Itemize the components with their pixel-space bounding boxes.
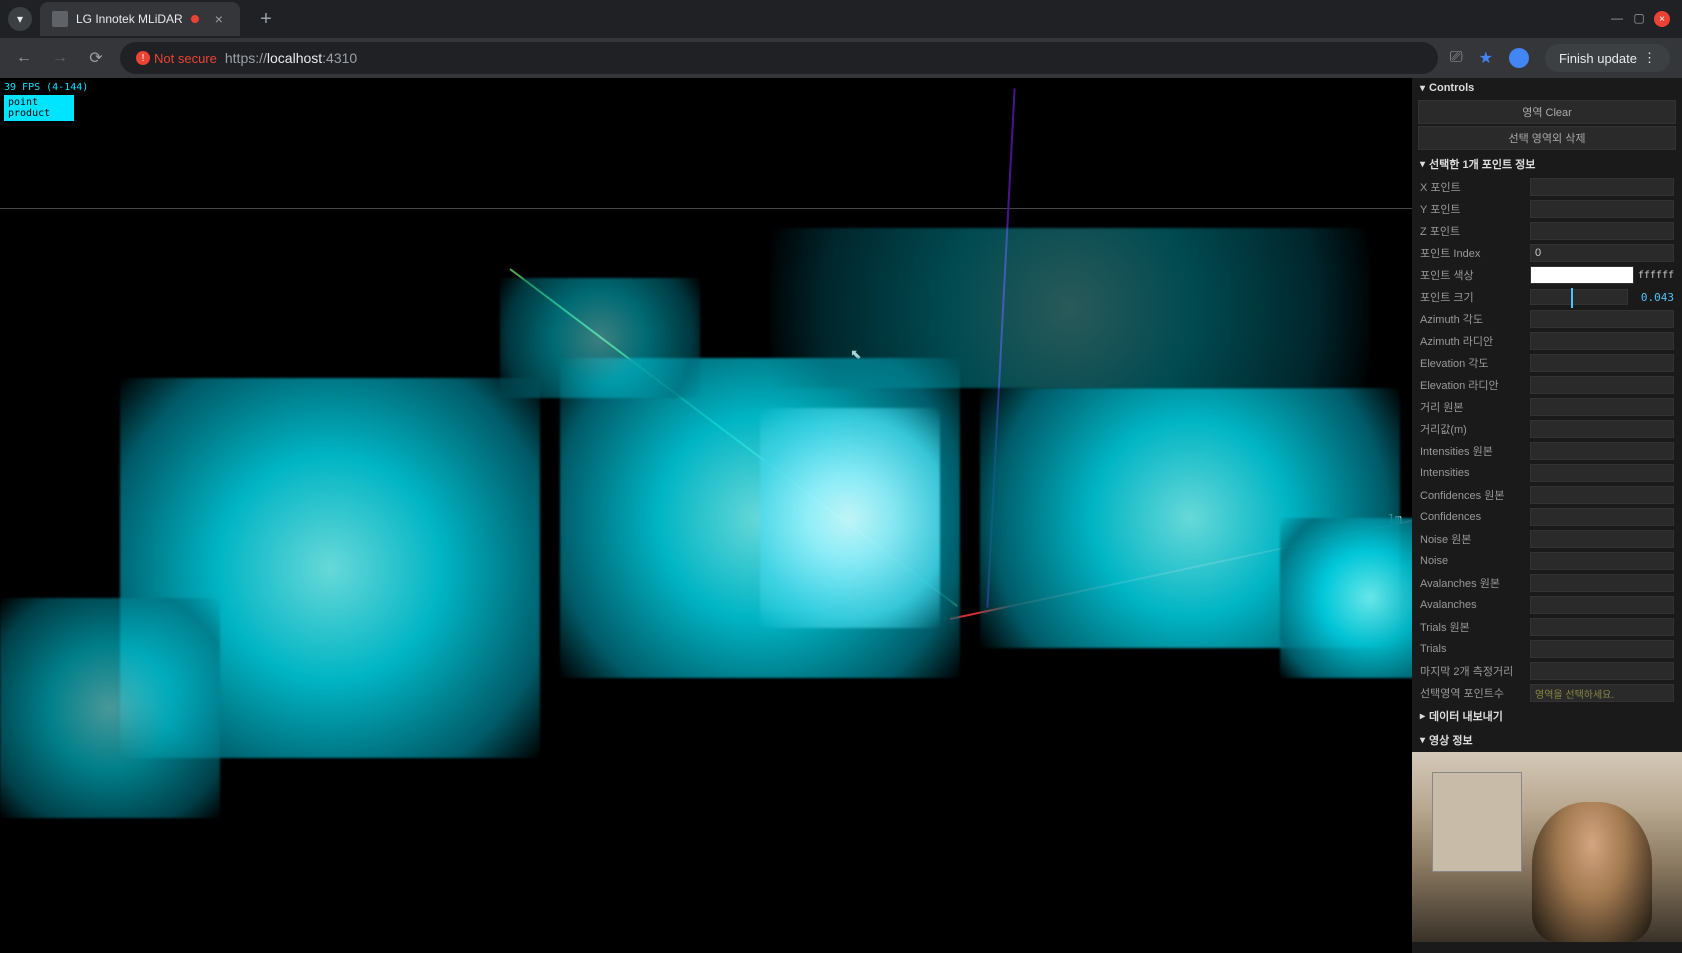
tab-search-button[interactable]: ▾ (8, 7, 32, 31)
scale-label: 1m (1388, 512, 1402, 526)
distance-raw-value (1530, 398, 1674, 416)
horizon-line (0, 208, 1412, 209)
point-size-label: 포인트 크기 (1420, 289, 1530, 305)
azimuth-deg-value (1530, 310, 1674, 328)
confidences-raw-value (1530, 486, 1674, 504)
data-export-header[interactable]: 데이터 내보내기 (1412, 704, 1682, 728)
elevation-rad-label: Elevation 라디안 (1420, 377, 1530, 393)
intensities-raw-value (1530, 442, 1674, 460)
point-size-slider[interactable] (1530, 289, 1628, 305)
elevation-rad-value (1530, 376, 1674, 394)
menu-icon: ⋮ (1643, 50, 1656, 66)
avalanches-value (1530, 596, 1674, 614)
azimuth-rad-label: Azimuth 라디안 (1420, 333, 1530, 349)
point-index-label: 포인트 Index (1420, 245, 1530, 261)
trials-label: Trials (1420, 643, 1530, 655)
elevation-deg-label: Elevation 각도 (1420, 355, 1530, 371)
avalanches-label: Avalanches (1420, 599, 1530, 611)
address-bar: ← → ⟳ ! Not secure https://localhost:431… (0, 38, 1682, 78)
y-point-value (1530, 200, 1674, 218)
x-point-value (1530, 178, 1674, 196)
confidences-value (1530, 508, 1674, 526)
distance-raw-label: 거리 원본 (1420, 399, 1530, 415)
noise-label: Noise (1420, 555, 1530, 567)
noise-value (1530, 552, 1674, 570)
y-point-label: Y 포인트 (1420, 201, 1530, 217)
controls-panel: Controls 영역 Clear 선택 영역외 삭제 선택한 1개 포인트 정… (1412, 78, 1682, 953)
point-size-value: 0.043 (1634, 291, 1674, 304)
security-indicator[interactable]: ! Not secure (136, 51, 217, 66)
confidences-label: Confidences (1420, 511, 1530, 523)
url-input[interactable]: ! Not secure https://localhost:4310 (120, 42, 1438, 74)
fps-counter: 39 FPS (4-144) point product (4, 82, 88, 121)
last-two-distance-value (1530, 662, 1674, 680)
y-axis-line (986, 88, 1015, 607)
area-delete-button[interactable]: 선택 영역외 삭제 (1418, 126, 1676, 150)
lidar-3d-viewport[interactable]: 39 FPS (4-144) point product 1m ⬉ (0, 78, 1412, 953)
intensities-label: Intensities (1420, 467, 1530, 479)
tab-bar: ▾ LG Innotek MLiDAR × + — ▢ × (0, 0, 1682, 38)
window-maximize-button[interactable]: ▢ (1632, 11, 1646, 25)
avalanches-raw-label: Avalanches 원본 (1420, 575, 1530, 591)
x-point-label: X 포인트 (1420, 179, 1530, 195)
cursor-icon: ⬉ (850, 346, 862, 363)
finish-update-button[interactable]: Finish update ⋮ (1545, 44, 1670, 72)
z-point-label: Z 포인트 (1420, 223, 1530, 239)
azimuth-rad-value (1530, 332, 1674, 350)
tab-favicon (52, 11, 68, 27)
avalanches-raw-value (1530, 574, 1674, 592)
intensities-value (1530, 464, 1674, 482)
bookmark-star-icon[interactable]: ★ (1479, 48, 1493, 68)
selected-point-count-label: 선택영역 포인트수 (1420, 685, 1530, 701)
distance-m-value (1530, 420, 1674, 438)
intensities-raw-label: Intensities 원본 (1420, 443, 1530, 459)
trials-raw-value (1530, 618, 1674, 636)
z-axis-line (509, 268, 957, 607)
controls-header[interactable]: Controls (1412, 78, 1682, 98)
selected-point-hint: 영역을 선택하세요. (1530, 684, 1674, 702)
warning-icon: ! (136, 51, 150, 65)
x-axis-line (950, 514, 1412, 620)
noise-raw-value (1530, 530, 1674, 548)
noise-raw-label: Noise 원본 (1420, 531, 1530, 547)
trials-raw-label: Trials 원본 (1420, 619, 1530, 635)
point-color-label: 포인트 색상 (1420, 267, 1530, 283)
point-color-hex: ffffff (1638, 270, 1674, 281)
forward-button[interactable]: → (48, 49, 72, 67)
confidences-raw-label: Confidences 원본 (1420, 487, 1530, 503)
back-button[interactable]: ← (12, 49, 36, 67)
point-index-value: 0 (1530, 244, 1674, 262)
point-color-swatch[interactable] (1530, 266, 1634, 284)
camera-feed (1412, 752, 1682, 942)
tab-close-button[interactable]: × (215, 11, 223, 27)
window-minimize-button[interactable]: — (1610, 11, 1624, 25)
point-cloud-render (0, 78, 1412, 953)
reload-button[interactable]: ⟳ (84, 48, 108, 68)
trials-value (1530, 640, 1674, 658)
browser-tab[interactable]: LG Innotek MLiDAR × (40, 2, 240, 36)
distance-m-label: 거리값(m) (1420, 421, 1530, 437)
profile-avatar-button[interactable] (1509, 48, 1529, 68)
elevation-deg-value (1530, 354, 1674, 372)
area-clear-button[interactable]: 영역 Clear (1418, 100, 1676, 124)
url-text: https://localhost:4310 (225, 50, 357, 66)
screen-share-icon[interactable]: ⎚ (1450, 49, 1463, 67)
new-tab-button[interactable]: + (252, 8, 280, 31)
recording-indicator-icon (191, 15, 199, 23)
video-info-header[interactable]: 영상 정보 (1412, 728, 1682, 752)
window-close-button[interactable]: × (1654, 11, 1670, 27)
z-point-value (1530, 222, 1674, 240)
tab-title: LG Innotek MLiDAR (76, 12, 183, 26)
azimuth-deg-label: Azimuth 각도 (1420, 311, 1530, 327)
point-info-header[interactable]: 선택한 1개 포인트 정보 (1412, 152, 1682, 176)
last-two-distance-label: 마지막 2개 측정거리 (1420, 663, 1530, 679)
